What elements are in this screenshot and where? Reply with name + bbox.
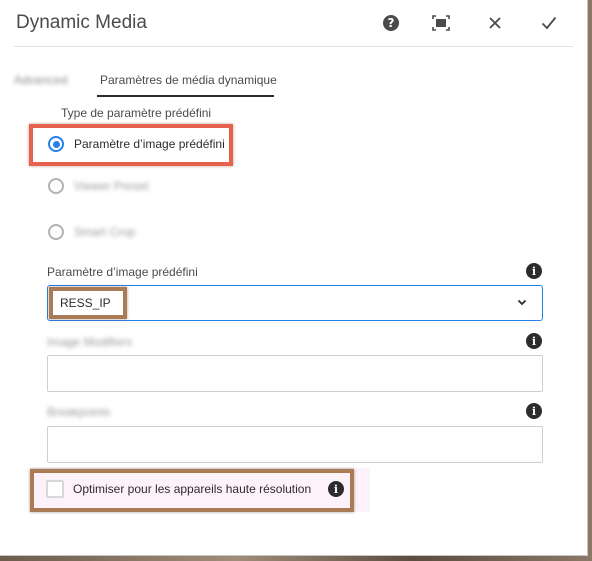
tab-bar: Advanced Paramètres de média dynamique [0, 62, 587, 102]
info-icon[interactable]: i [526, 333, 542, 349]
radio-smart-crop[interactable]: Smart Crop [48, 222, 135, 242]
radio-smart-crop-label: Smart Crop [74, 225, 136, 239]
hires-checkbox[interactable] [46, 480, 64, 498]
info-icon[interactable]: i [328, 481, 344, 497]
image-modifiers-label: Image Modifiers [47, 335, 133, 349]
breakpoints-label: Breakpoints [47, 405, 111, 419]
help-icon: ? [383, 15, 399, 31]
svg-text:?: ? [388, 16, 395, 30]
fullscreen-icon [432, 15, 450, 31]
highlight-preset-value [49, 287, 127, 319]
radio-image-preset[interactable]: Paramètre d’image prédéfini [48, 134, 225, 154]
dynamic-media-dialog: Dynamic Media ? Advanced Paramètres de m… [0, 0, 588, 556]
dialog-header: Dynamic Media ? [0, 0, 587, 46]
header-divider [14, 46, 573, 47]
info-icon[interactable]: i [526, 403, 542, 419]
dialog-title: Dynamic Media [16, 12, 147, 33]
radio-image-preset-label: Paramètre d’image prédéfini [74, 137, 225, 151]
radio-button-selected[interactable] [48, 136, 64, 152]
radio-button[interactable] [48, 224, 64, 240]
image-modifiers-input[interactable] [47, 355, 543, 392]
info-icon[interactable]: i [526, 263, 542, 279]
radio-viewer-preset-label: Viewer Preset [74, 179, 149, 193]
radio-viewer-preset[interactable]: Viewer Preset [48, 176, 148, 196]
close-icon [489, 17, 501, 29]
fullscreen-button[interactable] [428, 10, 454, 36]
tab-dynamic-media-settings[interactable]: Paramètres de média dynamique [100, 73, 277, 87]
help-button[interactable]: ? [378, 10, 404, 36]
chevron-down-icon [517, 299, 527, 306]
done-button[interactable] [536, 10, 562, 36]
image-preset-label: Paramètre d’image prédéfini [47, 265, 198, 279]
tab-advanced[interactable]: Advanced [14, 73, 67, 87]
radio-button[interactable] [48, 178, 64, 194]
checkmark-icon [541, 16, 557, 30]
breakpoints-input[interactable] [47, 426, 543, 463]
hires-checkbox-label: Optimiser pour les appareils haute résol… [73, 482, 312, 496]
active-tab-indicator [97, 95, 274, 97]
close-button[interactable] [482, 10, 508, 36]
preset-type-label: Type de paramètre prédéfini [61, 106, 212, 120]
